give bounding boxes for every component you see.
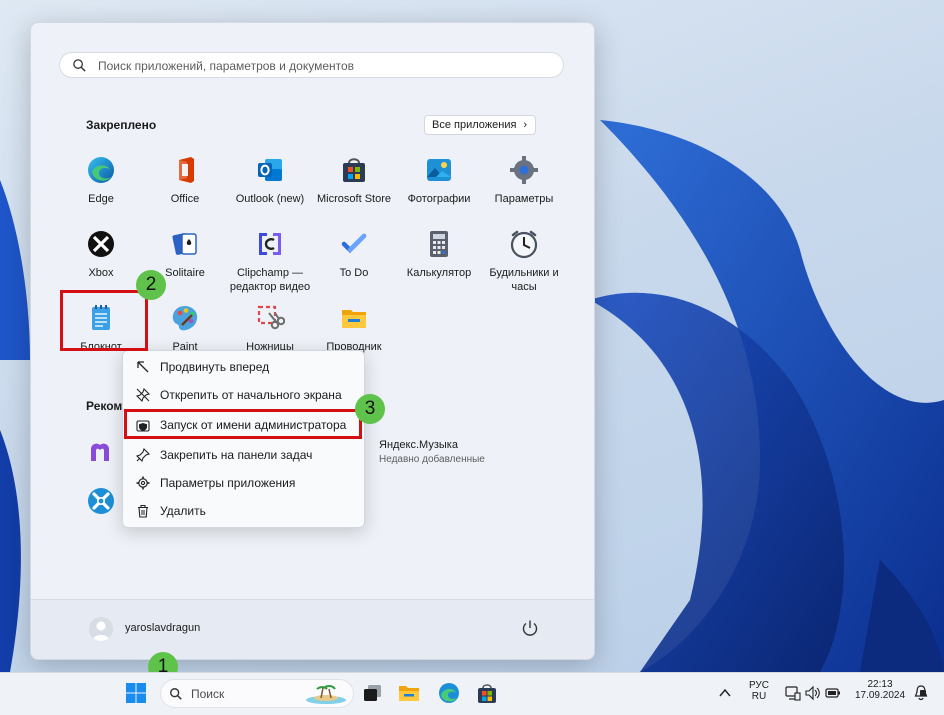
language-top: РУС <box>748 680 770 691</box>
pinned-app-explorer[interactable]: Проводник <box>312 303 396 354</box>
clock[interactable]: 22:13 17.09.2024 <box>852 679 908 701</box>
clipchamp-icon <box>259 233 281 255</box>
app-label: Microsoft Store <box>317 193 391 205</box>
arrow-up-left-icon <box>137 361 149 373</box>
pinned-app-calculator[interactable]: Калькулятор <box>397 229 481 280</box>
recommended-app-icon[interactable] <box>87 487 115 515</box>
app-label: Калькулятор <box>406 267 472 279</box>
app-label: Xbox <box>88 267 114 279</box>
recommended-item-subtitle: Недавно добавленные <box>379 454 485 465</box>
pin-icon <box>136 448 150 462</box>
taskbar: Поиск РУС RU 22:13 17.09.2024 <box>0 672 944 715</box>
start-search-input[interactable]: Поиск приложений, параметров и документо… <box>59 52 564 78</box>
app-label: Office <box>170 193 200 205</box>
gear-icon <box>136 476 150 490</box>
recommended-item-name[interactable]: Яндекс.Музыка <box>379 439 458 451</box>
app-label: Outlook (new) <box>235 193 305 205</box>
todo-icon <box>341 233 367 254</box>
photos-icon <box>427 159 451 181</box>
volume-icon[interactable] <box>805 685 821 701</box>
store-icon <box>343 158 365 182</box>
office-icon <box>179 157 194 183</box>
pinned-app-store[interactable]: Microsoft Store <box>312 155 396 206</box>
unpin-icon <box>136 388 150 402</box>
app-label: Фотографии <box>407 193 471 205</box>
windows-start-icon[interactable] <box>125 682 147 704</box>
pinned-app-todo[interactable]: To Do <box>312 229 396 280</box>
pinned-app-xbox[interactable]: Xbox <box>59 229 143 280</box>
calculator-icon <box>430 231 448 257</box>
menu-item-label: Открепить от начального экрана <box>160 388 342 402</box>
trash-icon <box>138 504 148 518</box>
xbox-icon <box>88 231 114 257</box>
app-label: To Do <box>339 267 369 279</box>
pinned-app-office[interactable]: Office <box>143 155 227 206</box>
pinned-app-paint[interactable]: Paint <box>143 303 227 354</box>
clock-date: 17.09.2024 <box>854 690 906 701</box>
pinned-app-photos[interactable]: Фотографии <box>397 155 481 206</box>
start-footer: yaroslavdragun <box>31 599 594 659</box>
clock-icon <box>510 230 538 259</box>
step-badge-3: 3 <box>355 394 385 424</box>
menu-item-pin-taskbar[interactable]: Закрепить на панели задач <box>127 442 360 468</box>
power-icon[interactable] <box>521 619 539 637</box>
snipping-icon <box>257 305 286 330</box>
context-menu: Продвинуть вперед Открепить от начальног… <box>122 350 365 528</box>
taskbar-search-placeholder: Поиск <box>191 687 225 701</box>
user-icon <box>92 621 110 641</box>
chevron-right-icon: › <box>523 119 527 131</box>
language-indicator[interactable]: РУС RU <box>743 680 775 702</box>
menu-item-label: Продвинуть вперед <box>160 360 270 374</box>
edge-taskbar-icon[interactable] <box>438 682 460 704</box>
menu-item-label: Удалить <box>160 504 206 518</box>
pinned-app-settings[interactable]: Параметры <box>482 155 566 206</box>
step-badge-2: 2 <box>136 270 166 300</box>
store-taskbar-icon[interactable] <box>476 682 498 704</box>
settings-icon <box>510 156 538 184</box>
explorer-icon <box>342 310 366 328</box>
taskbar-search-input[interactable]: Поиск <box>160 679 354 708</box>
menu-item-unpin-start[interactable]: Открепить от начального экрана <box>127 382 360 408</box>
pinned-app-edge[interactable]: Edge <box>59 155 143 206</box>
island-illustration-icon <box>306 684 346 704</box>
highlight-notepad <box>60 290 148 351</box>
pinned-app-outlook[interactable]: Outlook (new) <box>228 155 312 206</box>
menu-item-label: Параметры приложения <box>160 476 296 490</box>
avatar[interactable] <box>89 617 113 641</box>
task-view-icon[interactable] <box>362 682 384 704</box>
outlook-icon <box>258 159 282 181</box>
battery-icon[interactable] <box>825 685 841 701</box>
file-explorer-icon[interactable] <box>398 682 420 704</box>
app-label: Clipchamp — редактор видео <box>229 267 311 293</box>
app-label: Edge <box>88 193 114 205</box>
app-label: Будильники и часы <box>489 267 559 293</box>
language-bottom: RU <box>751 691 767 702</box>
username[interactable]: yaroslavdragun <box>125 622 200 634</box>
recommended-app-icon[interactable] <box>87 439 113 465</box>
highlight-run-as-admin <box>124 409 362 439</box>
menu-item-move-to-front[interactable]: Продвинуть вперед <box>127 354 360 380</box>
solitaire-icon <box>172 233 197 255</box>
search-icon <box>170 688 182 700</box>
app-label: Параметры <box>494 193 554 205</box>
search-icon <box>73 59 86 72</box>
paint-icon <box>172 306 198 331</box>
pinned-app-clipchamp[interactable]: Clipchamp — редактор видео <box>228 229 312 294</box>
network-icon[interactable] <box>785 685 801 701</box>
menu-item-label: Закрепить на панели задач <box>160 448 313 462</box>
all-apps-label: Все приложения <box>432 119 517 131</box>
clock-time: 22:13 <box>867 679 893 690</box>
notification-bell-icon[interactable] <box>914 685 928 701</box>
pinned-app-clock[interactable]: Будильники и часы <box>482 229 566 294</box>
edge-icon <box>88 157 114 183</box>
recommended-title: Реком <box>86 399 123 413</box>
menu-item-uninstall[interactable]: Удалить <box>127 498 360 524</box>
chevron-up-icon[interactable] <box>719 688 731 698</box>
pinned-title: Закреплено <box>86 118 157 132</box>
pinned-app-snipping[interactable]: Ножницы <box>228 303 312 354</box>
all-apps-button[interactable]: Все приложения › <box>424 115 536 135</box>
menu-item-app-settings[interactable]: Параметры приложения <box>127 470 360 496</box>
search-placeholder: Поиск приложений, параметров и документо… <box>98 59 355 73</box>
